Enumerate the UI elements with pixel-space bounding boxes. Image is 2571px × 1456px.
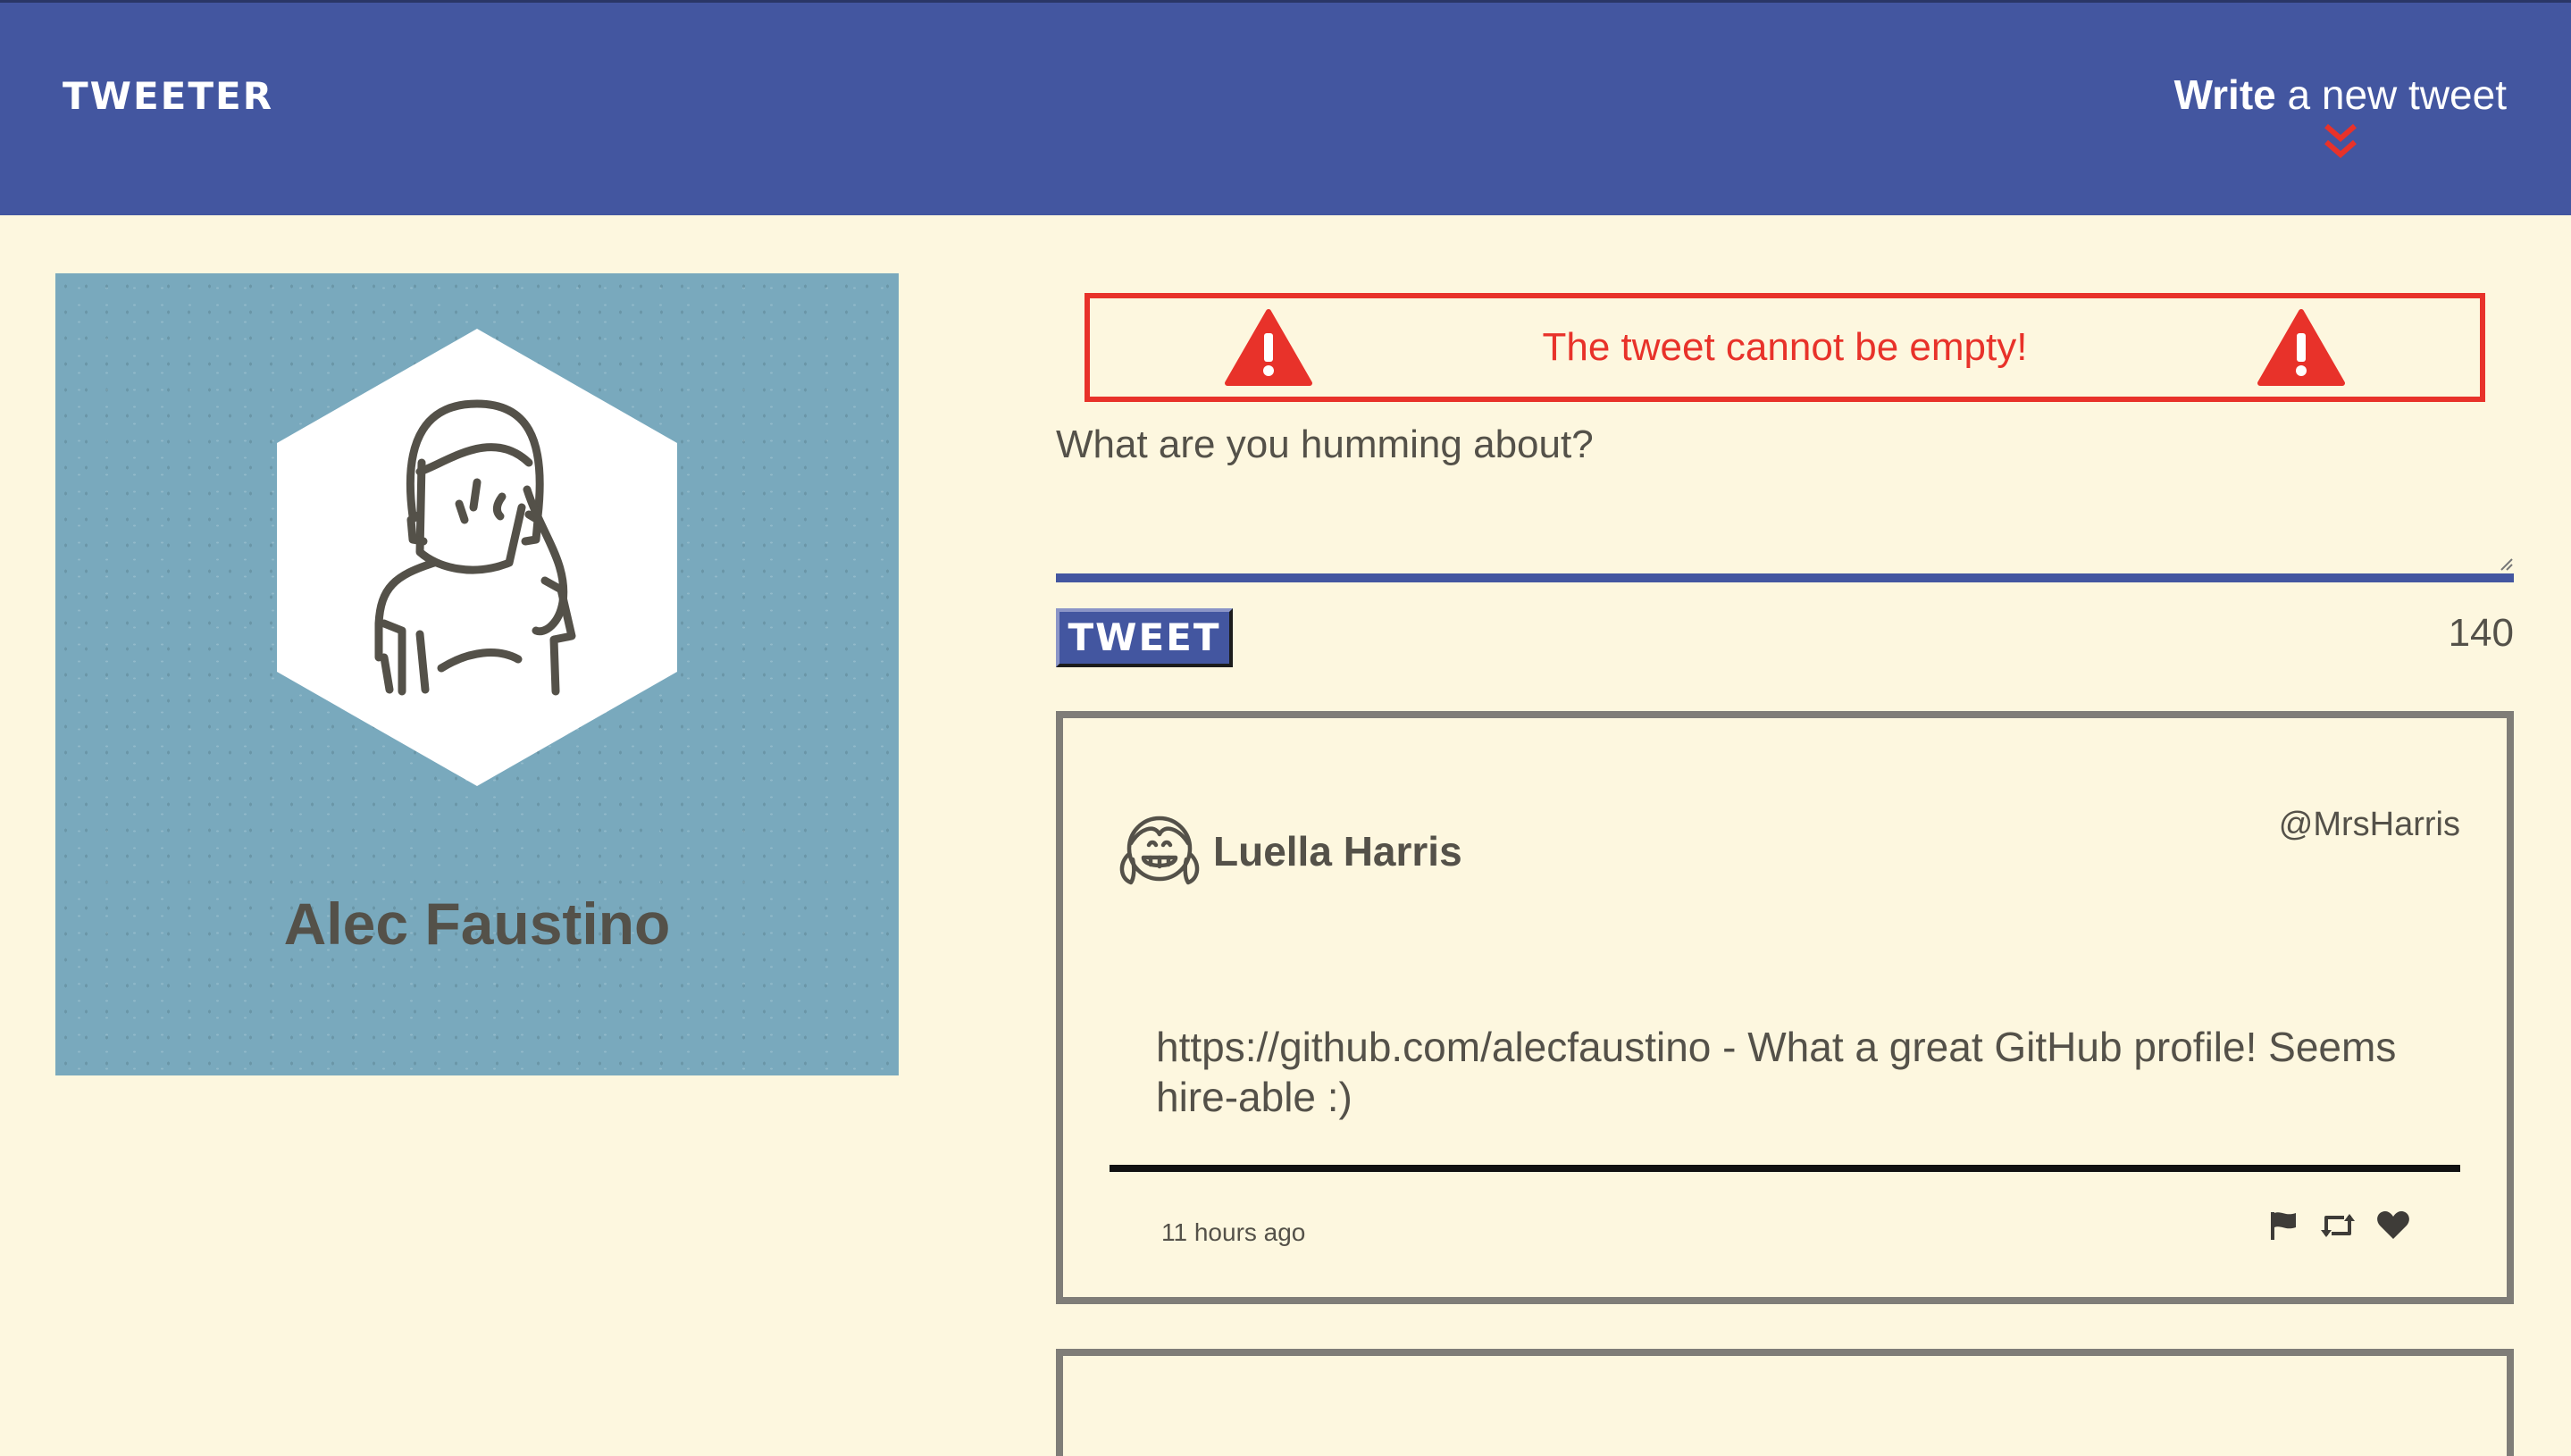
tweet-prompt-label: What are you humming about? xyxy=(1056,423,1594,466)
heart-icon[interactable] xyxy=(2376,1210,2410,1241)
user-avatar xyxy=(1119,816,1200,885)
top-nav: TWEETER Write a new tweet xyxy=(0,0,2571,215)
tweet-timestamp: 11 hours ago xyxy=(1161,1218,1306,1246)
tweet-submit-button[interactable]: TWEET xyxy=(1056,608,1233,667)
compose-toggle-rest: a new tweet xyxy=(2275,71,2508,118)
tweet-textarea[interactable] xyxy=(1056,481,2514,582)
tweet-actions xyxy=(2267,1209,2410,1242)
profile-card: Alec Faustino xyxy=(55,273,899,1075)
warning-icon xyxy=(1225,309,1312,386)
resize-grip-icon[interactable] xyxy=(2500,557,2514,572)
tweet-card: Luella Harris @MrsHarris https://github.… xyxy=(1056,711,2514,1304)
profile-avatar xyxy=(277,329,677,786)
tweet-author-handle: @MrsHarris xyxy=(2278,806,2460,843)
flag-icon[interactable] xyxy=(2267,1209,2299,1242)
brand-logo[interactable]: TWEETER xyxy=(63,74,273,118)
warning-icon xyxy=(2257,309,2345,386)
tweet-divider xyxy=(1110,1165,2460,1172)
tweet-card xyxy=(1056,1349,2514,1456)
tweet-content: https://github.com/alecfaustino - What a… xyxy=(1156,1024,2397,1120)
compose-toggle-bold: Write xyxy=(2173,71,2276,118)
retweet-icon[interactable] xyxy=(2319,1210,2357,1241)
error-message: The tweet cannot be empty! xyxy=(1542,325,2028,369)
profile-name: Alec Faustino xyxy=(283,891,671,957)
double-chevron-down-icon xyxy=(2324,123,2357,158)
tweet-author-name: Luella Harris xyxy=(1213,828,1462,874)
write-new-tweet-toggle[interactable]: Write a new tweet xyxy=(2174,71,2507,162)
error-banner: The tweet cannot be empty! xyxy=(1085,293,2485,402)
char-counter: 140 xyxy=(2448,611,2514,655)
